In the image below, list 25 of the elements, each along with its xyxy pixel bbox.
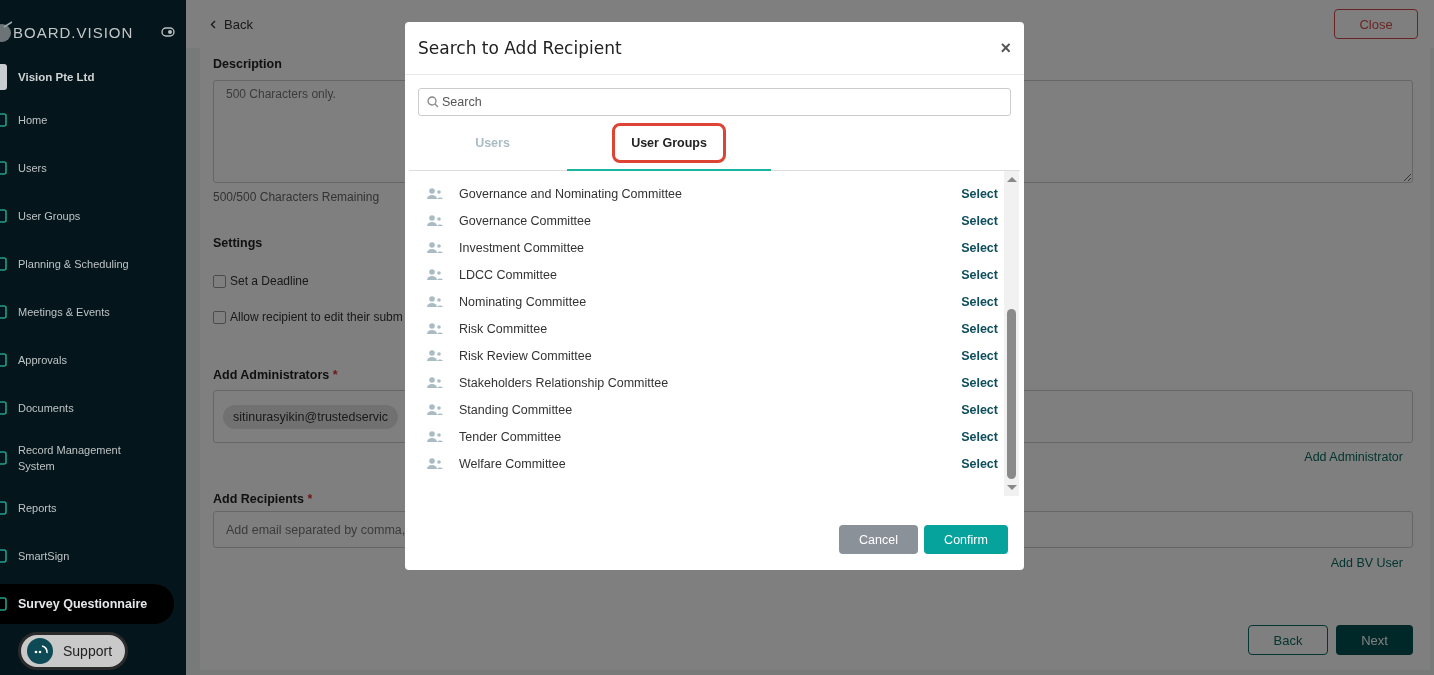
checkbox-label: Allow recipient to edit their subm — [230, 310, 403, 324]
dialog-title: Search to Add Recipient — [418, 38, 622, 58]
group-name: Risk Committee — [459, 321, 549, 336]
brand-name: BOARD.VISION — [13, 23, 135, 41]
organization-name: Vision Pte Ltd — [18, 71, 95, 83]
group-name: Tender Committee — [459, 429, 563, 444]
required-mark: * — [332, 368, 338, 382]
field-label: Add Recipients — [213, 492, 304, 506]
highlight-outline: User Groups — [612, 122, 726, 163]
section-label: Settings — [213, 235, 263, 251]
required-mark: * — [307, 492, 313, 506]
field-label: Add Administrators — [213, 368, 330, 382]
group-name: LDCC Committee — [459, 267, 558, 282]
field-label: Description — [213, 56, 282, 72]
group-name: Governance Committee — [459, 213, 592, 228]
email-chip: sitinurasyikin@trustedservic — [223, 404, 399, 429]
checkbox-label: Set a Deadline — [230, 274, 309, 288]
group-name: Investment Committee — [459, 240, 586, 255]
group-name: Stakeholders Relationship Committee — [459, 375, 670, 390]
character-count: 500/500 Characters Remaining — [213, 189, 380, 205]
group-name: Governance and Nominating Committee — [459, 186, 684, 201]
group-name: Nominating Committee — [459, 294, 588, 309]
group-name: Welfare Committee — [459, 456, 567, 471]
group-name: Standing Committee — [459, 402, 574, 417]
group-name: Risk Review Committee — [459, 348, 593, 363]
